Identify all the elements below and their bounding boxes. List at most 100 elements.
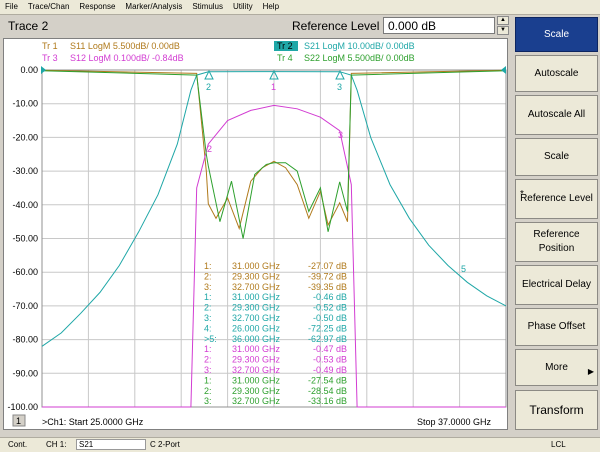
marker-row-freq: 31.000 GHz <box>232 375 281 385</box>
marker-label-5: 5 <box>461 264 466 274</box>
reference-level-label: Reference Level <box>292 19 380 33</box>
marker-row-value: -0.46 dB <box>313 292 347 302</box>
trace-3-id[interactable]: Tr 3 <box>42 53 58 63</box>
menu-utility[interactable]: Utility <box>228 0 258 14</box>
marker-table: 1: 31.000 GHz -27.07 dB 2: 29.300 GHz -39.72 … <box>204 261 347 406</box>
menu-bar: File Trace/Chan Response Marker/Analysis… <box>0 0 600 15</box>
marker-row-freq: 26.000 GHz <box>232 323 281 333</box>
softkey-scale[interactable]: Scale <box>515 138 598 176</box>
menu-response[interactable]: Response <box>74 0 120 14</box>
menu-trace-chan[interactable]: Trace/Chan <box>23 0 75 14</box>
softkey-electrical-delay[interactable]: Electrical Delay <box>515 265 598 305</box>
trace-3-param[interactable]: S12 LogM 0.100dB/ -0.84dB <box>70 53 184 63</box>
reference-arrow-right-icon[interactable] <box>501 66 506 74</box>
trace-2-param[interactable]: S21 LogM 10.00dB/ 0.00dB <box>304 41 415 51</box>
marker-row-value: -62.97 dB <box>308 334 347 344</box>
marker-row-freq: 31.000 GHz <box>232 292 281 302</box>
marker-row-value: -27.54 dB <box>308 375 347 385</box>
trace-4-param[interactable]: S22 LogM 5.500dB/ 0.00dB <box>304 53 415 63</box>
start-frequency[interactable]: >Ch1: Start 25.0000 GHz <box>42 417 144 427</box>
marker-row-value: -28.54 dB <box>308 386 347 396</box>
softkey-transform[interactable]: Transform <box>515 390 598 430</box>
spin-down-button[interactable]: ▼ <box>497 26 509 35</box>
marker-labels: 2 1 3 2 3 5 <box>206 82 466 274</box>
status-lcl: LCL <box>551 440 566 449</box>
softkey-more-label: More <box>545 361 568 373</box>
y-tick-label: -50.00 <box>12 234 38 244</box>
marker-row-value: -0.50 dB <box>313 313 347 323</box>
marker-row-freq: 29.300 GHz <box>232 303 281 313</box>
marker-label-2: 2 <box>206 82 211 92</box>
trace-2-id[interactable]: Tr 2 <box>277 41 293 51</box>
marker-row-num: 2: <box>204 386 212 396</box>
marker-row-value: -0.47 dB <box>313 344 347 354</box>
marker-row-freq: 32.700 GHz <box>232 313 281 323</box>
marker-row-num: >5: <box>204 334 217 344</box>
trace-1-id[interactable]: Tr 1 <box>42 41 58 51</box>
marker-row-value: -33.16 dB <box>308 396 347 406</box>
y-tick-label: -80.00 <box>12 335 38 345</box>
marker-row-num: 2: <box>204 271 212 281</box>
marker-row-num: 2: <box>204 303 212 313</box>
stop-frequency[interactable]: Stop 37.0000 GHz <box>417 417 492 427</box>
menu-stimulus[interactable]: Stimulus <box>187 0 228 14</box>
status-active-param[interactable]: S21 <box>76 439 146 450</box>
status-port: C 2-Port <box>150 440 180 449</box>
marker-row-num: 3: <box>204 313 212 323</box>
marker-row-num: 3: <box>204 365 212 375</box>
menu-help[interactable]: Help <box>258 0 284 14</box>
status-cont: Cont. <box>8 440 28 449</box>
marker-row-value: -39.72 dB <box>308 271 347 281</box>
marker-row-value: -0.52 dB <box>313 303 347 313</box>
softkey-reference-level-label: Reference Level <box>520 193 593 204</box>
marker-row-freq: 31.000 GHz <box>232 261 281 271</box>
y-tick-label: -10.00 <box>12 99 38 109</box>
more-arrow-icon: ▶ <box>587 367 594 376</box>
softkey-reference-level[interactable]: * Reference Level <box>515 179 598 219</box>
reference-level-spinner: ▲ ▼ <box>497 16 509 36</box>
softkey-autoscale[interactable]: Autoscale <box>515 55 598 92</box>
marker-row-value: -72.25 dB <box>308 323 347 333</box>
marker-row-freq: 32.700 GHz <box>232 282 281 292</box>
selected-star-icon: * <box>520 189 524 200</box>
marker-row-num: 1: <box>204 292 212 302</box>
softkey-more[interactable]: More ▶ <box>515 349 598 386</box>
marker-row-freq: 31.000 GHz <box>232 344 281 354</box>
y-tick-label: -20.00 <box>12 132 38 142</box>
marker-row-num: 2: <box>204 355 212 365</box>
marker-row-num: 4: <box>204 323 212 333</box>
channel-number: 1 <box>16 416 21 426</box>
y-tick-labels: 0.00 -10.00 -20.00 -30.00 -40.00 -50.00 -60.00… <box>7 65 38 412</box>
marker-row-value: -39.35 dB <box>308 282 347 292</box>
marker-row-value: -0.49 dB <box>313 365 347 375</box>
reference-level-input[interactable]: 0.000 dB <box>383 17 495 34</box>
marker-row-value: -0.53 dB <box>313 355 347 365</box>
softkey-autoscale-all[interactable]: Autoscale All <box>515 95 598 135</box>
y-tick-label: -70.00 <box>12 301 38 311</box>
marker-label-3: 3 <box>337 82 342 92</box>
menu-file[interactable]: File <box>0 0 23 14</box>
softkey-phase-offset[interactable]: Phase Offset <box>515 308 598 346</box>
marker-row-num: 1: <box>204 375 212 385</box>
y-tick-label: -40.00 <box>12 200 38 210</box>
trace-title: Trace 2 <box>8 19 49 33</box>
spin-up-button[interactable]: ▲ <box>497 16 509 25</box>
marker-label-1: 1 <box>271 82 276 92</box>
entry-bar: Trace 2 Reference Level 0.000 dB ▲ ▼ <box>0 15 512 38</box>
softkey-panel: Scale Autoscale Autoscale All Scale * Re… <box>513 15 600 436</box>
menu-marker-analysis[interactable]: Marker/Analysis <box>120 0 187 14</box>
trace-1-param[interactable]: S11 LogM 5.500dB/ 0.00dB <box>70 41 180 51</box>
softkey-scale-header[interactable]: Scale <box>515 17 598 52</box>
marker-row-num: 1: <box>204 344 212 354</box>
status-bar: Cont. CH 1: S21 C 2-Port LCL <box>0 437 600 452</box>
trace-4-id[interactable]: Tr 4 <box>277 53 293 63</box>
trace-legend: Tr 1 S11 LogM 5.500dB/ 0.00dB Tr 2 S21 L… <box>42 41 415 63</box>
marker-row-freq: 29.300 GHz <box>232 355 281 365</box>
reference-arrow-left-icon[interactable] <box>41 66 46 74</box>
marker-row-freq: 32.700 GHz <box>232 396 281 406</box>
softkey-reference-position[interactable]: Reference Position <box>515 222 598 262</box>
marker-row-freq: 32.700 GHz <box>232 365 281 375</box>
measurement-plot[interactable]: Tr 1 S11 LogM 5.500dB/ 0.00dB Tr 2 S21 L… <box>3 38 508 430</box>
marker-label-3b: 3 <box>338 130 343 140</box>
y-tick-label: -100.00 <box>7 402 38 412</box>
